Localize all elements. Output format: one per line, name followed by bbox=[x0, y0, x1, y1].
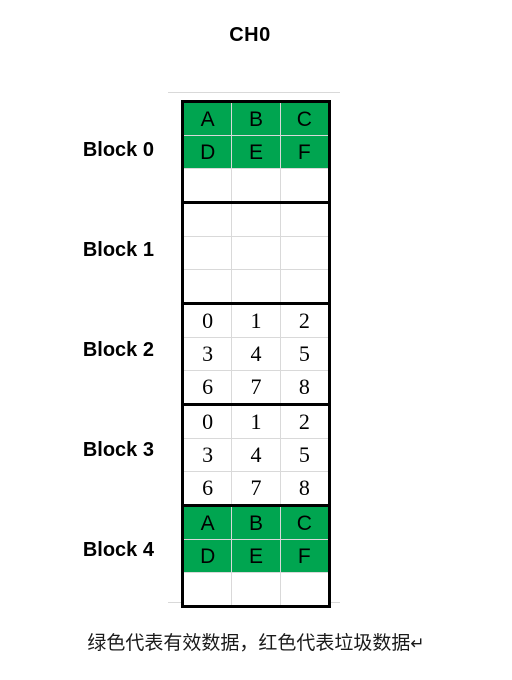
memory-cell[interactable]: 5 bbox=[280, 338, 328, 370]
memory-cell[interactable]: A bbox=[184, 507, 233, 539]
memory-row: 345 bbox=[184, 338, 328, 371]
memory-cell[interactable]: 4 bbox=[232, 338, 281, 370]
memory-cell[interactable] bbox=[184, 237, 233, 269]
memory-cell[interactable]: 1 bbox=[232, 305, 281, 337]
memory-cell[interactable] bbox=[184, 169, 233, 201]
page-title: CH0 bbox=[229, 24, 271, 46]
memory-cell[interactable]: 6 bbox=[184, 472, 233, 504]
block-label: Block 4 bbox=[82, 538, 154, 561]
memory-cell[interactable] bbox=[280, 204, 328, 236]
memory-block bbox=[184, 204, 328, 305]
memory-row bbox=[184, 237, 328, 270]
memory-cell[interactable]: 0 bbox=[184, 406, 233, 438]
memory-cell[interactable]: D bbox=[184, 540, 233, 572]
memory-cell[interactable] bbox=[184, 204, 233, 236]
memory-row bbox=[184, 270, 328, 302]
memory-block: 012345678 bbox=[184, 305, 328, 406]
memory-row bbox=[184, 204, 328, 237]
memory-cell[interactable] bbox=[232, 573, 281, 605]
memory-cell[interactable] bbox=[280, 237, 328, 269]
block-label: Block 1 bbox=[82, 238, 154, 261]
memory-cell[interactable] bbox=[232, 204, 281, 236]
memory-cell[interactable]: F bbox=[280, 136, 328, 168]
memory-row: DEF bbox=[184, 136, 328, 169]
memory-cell[interactable]: 2 bbox=[280, 305, 328, 337]
memory-block: ABCDEF bbox=[184, 507, 328, 605]
memory-cell[interactable] bbox=[232, 270, 281, 302]
memory-cell[interactable]: 3 bbox=[184, 439, 233, 471]
memory-cell[interactable] bbox=[184, 573, 233, 605]
memory-row: 345 bbox=[184, 439, 328, 472]
memory-row: ABC bbox=[184, 103, 328, 136]
memory-row: ABC bbox=[184, 507, 328, 540]
memory-cell[interactable]: 7 bbox=[232, 472, 281, 504]
memory-cell[interactable]: E bbox=[232, 136, 281, 168]
memory-cell[interactable]: 8 bbox=[280, 472, 328, 504]
memory-cell[interactable]: B bbox=[232, 103, 281, 135]
memory-block: 012345678 bbox=[184, 406, 328, 507]
memory-row bbox=[184, 169, 328, 201]
memory-block-diagram: Block 0 Block 1 Block 2 Block 3 Block 4 ABCD… bbox=[0, 92, 512, 608]
memory-cell[interactable] bbox=[184, 270, 233, 302]
memory-cell[interactable]: 4 bbox=[232, 439, 281, 471]
memory-cell[interactable]: 1 bbox=[232, 406, 281, 438]
block-label-column: Block 0 Block 1 Block 2 Block 3 Block 4 bbox=[0, 100, 172, 600]
sheet-gridline-top bbox=[168, 92, 340, 93]
memory-table: ABCDEF012345678012345678ABCDEF bbox=[181, 100, 331, 608]
memory-cell[interactable]: C bbox=[280, 103, 328, 135]
memory-cell[interactable] bbox=[232, 237, 281, 269]
memory-cell[interactable]: A bbox=[184, 103, 233, 135]
memory-cell[interactable]: C bbox=[280, 507, 328, 539]
memory-cell[interactable] bbox=[280, 573, 328, 605]
memory-row: 678 bbox=[184, 472, 328, 504]
memory-cell[interactable]: 8 bbox=[280, 371, 328, 403]
memory-cell[interactable]: 6 bbox=[184, 371, 233, 403]
memory-cell[interactable]: 5 bbox=[280, 439, 328, 471]
block-label: Block 3 bbox=[82, 438, 154, 461]
memory-cell[interactable] bbox=[280, 169, 328, 201]
memory-cell[interactable]: 0 bbox=[184, 305, 233, 337]
memory-cell[interactable]: 2 bbox=[280, 406, 328, 438]
memory-cell[interactable]: B bbox=[232, 507, 281, 539]
legend-caption-text: 绿色代表有效数据，红色代表垃圾数据 bbox=[87, 632, 411, 654]
memory-row: DEF bbox=[184, 540, 328, 573]
legend-caption: 绿色代表有效数据，红色代表垃圾数据↵ bbox=[0, 628, 512, 655]
memory-block: ABCDEF bbox=[184, 103, 328, 204]
memory-row: 012 bbox=[184, 406, 328, 439]
memory-cell[interactable]: 7 bbox=[232, 371, 281, 403]
memory-cell[interactable] bbox=[232, 169, 281, 201]
block-label: Block 0 bbox=[82, 138, 154, 161]
memory-row: 012 bbox=[184, 305, 328, 338]
memory-row: 678 bbox=[184, 371, 328, 403]
memory-row bbox=[184, 573, 328, 605]
memory-cell[interactable] bbox=[280, 270, 328, 302]
memory-cell[interactable]: F bbox=[280, 540, 328, 572]
block-label: Block 2 bbox=[82, 338, 154, 361]
paragraph-mark-icon: ↵ bbox=[410, 634, 425, 654]
memory-cell[interactable]: 3 bbox=[184, 338, 233, 370]
memory-cell[interactable]: D bbox=[184, 136, 233, 168]
memory-cell[interactable]: E bbox=[232, 540, 281, 572]
